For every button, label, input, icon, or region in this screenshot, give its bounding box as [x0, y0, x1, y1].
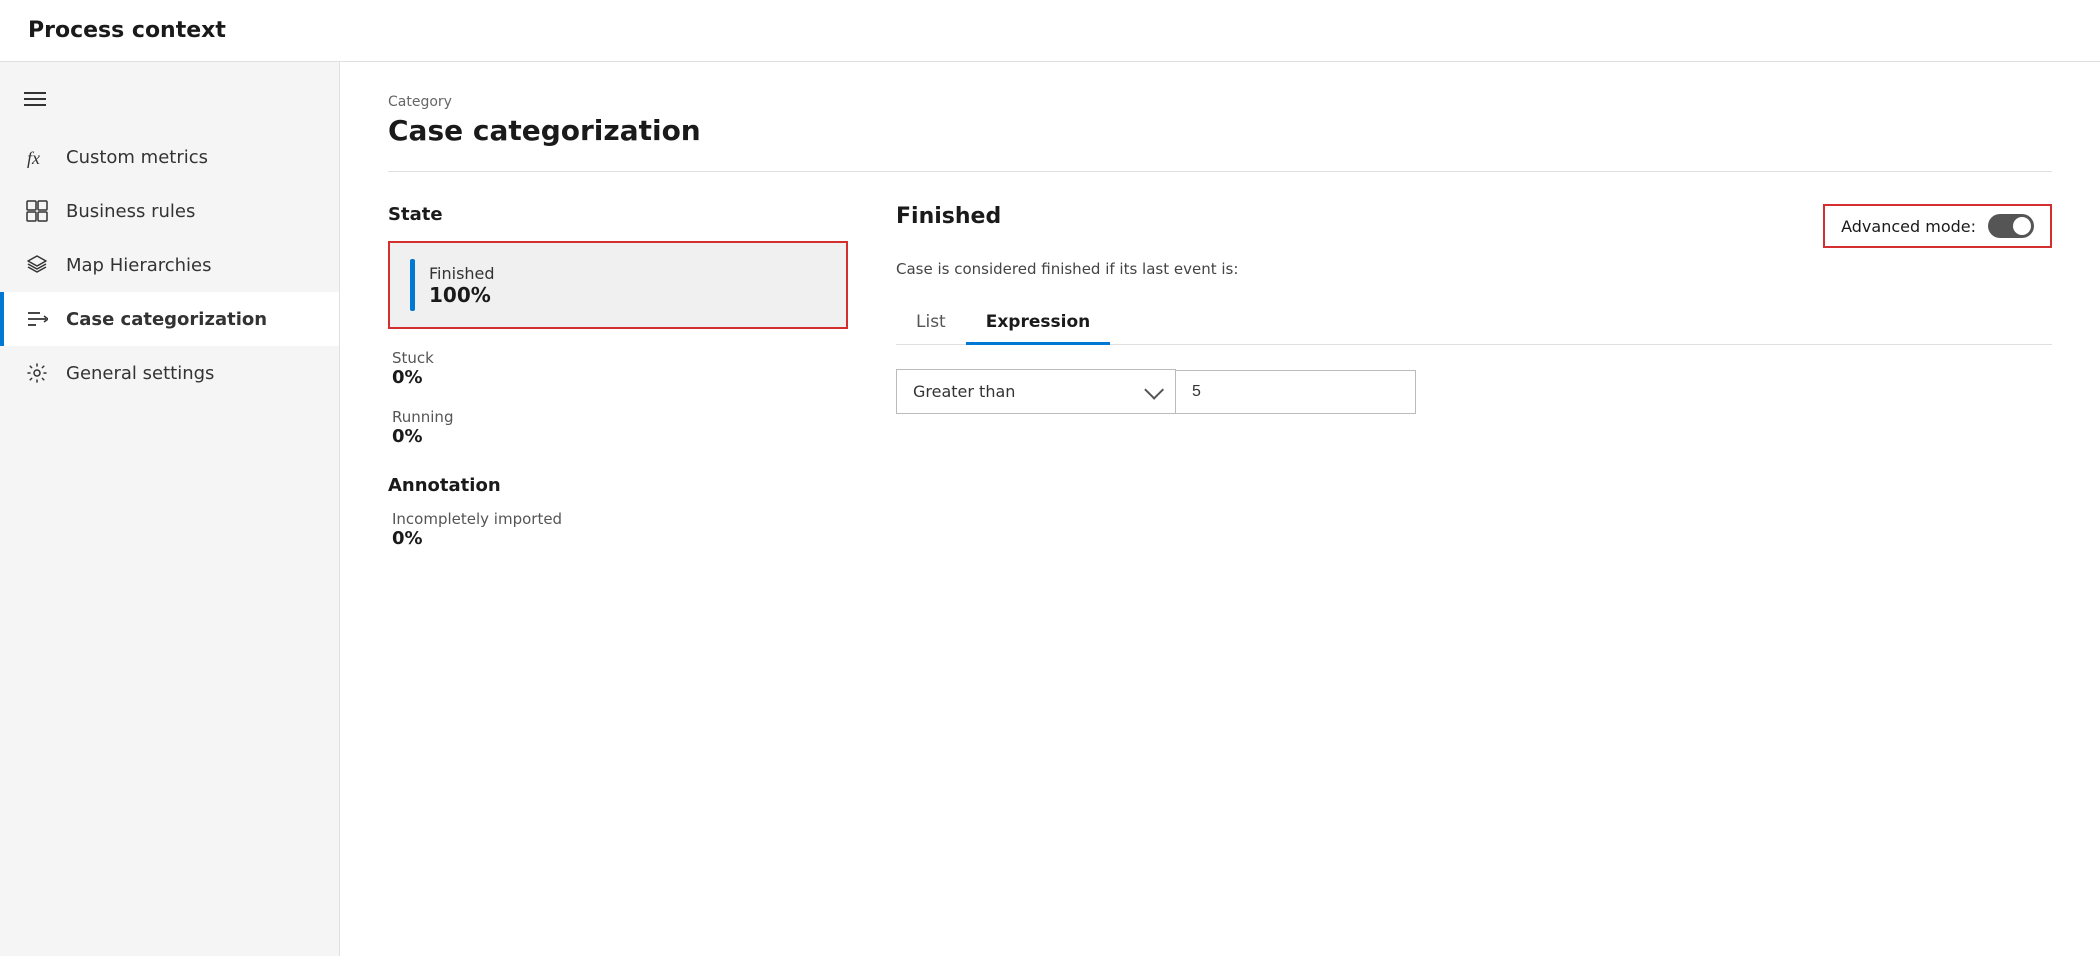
tab-list[interactable]: List [896, 302, 966, 345]
operator-dropdown[interactable]: Greater than [896, 369, 1176, 414]
tab-expression[interactable]: Expression [966, 302, 1111, 345]
grid-icon [24, 198, 50, 224]
annotation-pct: 0% [392, 528, 848, 549]
state-heading: State [388, 204, 848, 225]
state-pct-running: 0% [392, 426, 848, 447]
annotation-name: Incompletely imported [392, 510, 848, 528]
expression-value-input[interactable] [1176, 370, 1416, 414]
app-title: Process context [0, 0, 2100, 62]
sidebar-label-map-hierarchies: Map Hierarchies [66, 255, 212, 276]
sort-icon [24, 306, 50, 332]
state-name-finished: Finished [429, 264, 495, 283]
sidebar-item-map-hierarchies[interactable]: Map Hierarchies [0, 238, 339, 292]
annotation-heading: Annotation [388, 475, 848, 496]
sidebar-item-case-categorization[interactable]: Case categorization [0, 292, 339, 346]
state-card-finished[interactable]: Finished 100% [388, 241, 848, 329]
state-pct-finished: 100% [429, 283, 495, 307]
svg-text:fx: fx [27, 148, 40, 168]
expression-row: Greater than [896, 369, 2052, 414]
sidebar-label-business-rules: Business rules [66, 201, 195, 222]
state-bar [410, 259, 415, 311]
operator-label: Greater than [913, 382, 1015, 401]
state-pct-stuck: 0% [392, 367, 848, 388]
tabs: List Expression [896, 302, 2052, 345]
advanced-mode-box: Advanced mode: [1823, 204, 2052, 248]
state-name-stuck: Stuck [392, 349, 848, 367]
detail-header: Finished Advanced mode: [896, 204, 2052, 248]
detail-title: Finished [896, 204, 1001, 229]
gear-icon [24, 360, 50, 386]
sidebar-label-case-categorization: Case categorization [66, 309, 267, 330]
state-card-stuck[interactable]: Stuck 0% [388, 349, 848, 388]
left-column: State Finished 100% Stuck 0% [388, 204, 848, 569]
fx-icon: fx [24, 144, 50, 170]
state-section: State Finished 100% Stuck 0% [388, 204, 848, 447]
page-title: Case categorization [388, 114, 2052, 172]
advanced-mode-label: Advanced mode: [1841, 217, 1976, 236]
advanced-mode-toggle[interactable] [1988, 214, 2034, 238]
layers-icon [24, 252, 50, 278]
state-name-running: Running [392, 408, 848, 426]
sidebar-label-custom-metrics: Custom metrics [66, 147, 208, 168]
sidebar-label-general-settings: General settings [66, 363, 214, 384]
detail-description: Case is considered finished if its last … [896, 260, 2052, 278]
main-content: Category Case categorization State Finis… [340, 62, 2100, 956]
category-label: Category [388, 94, 2052, 110]
sidebar-item-business-rules[interactable]: Business rules [0, 184, 339, 238]
chevron-down-icon [1144, 379, 1164, 399]
sidebar-item-custom-metrics[interactable]: fx Custom metrics [0, 130, 339, 184]
state-card-running[interactable]: Running 0% [388, 408, 848, 447]
menu-icon[interactable] [0, 78, 339, 130]
annotation-section: Annotation Incompletely imported 0% [388, 475, 848, 549]
sidebar: fx Custom metrics Business rules [0, 62, 340, 956]
annotation-item-incompletely-imported: Incompletely imported 0% [388, 510, 848, 549]
right-column: Finished Advanced mode: Case is consider… [896, 204, 2052, 569]
sidebar-item-general-settings[interactable]: General settings [0, 346, 339, 400]
